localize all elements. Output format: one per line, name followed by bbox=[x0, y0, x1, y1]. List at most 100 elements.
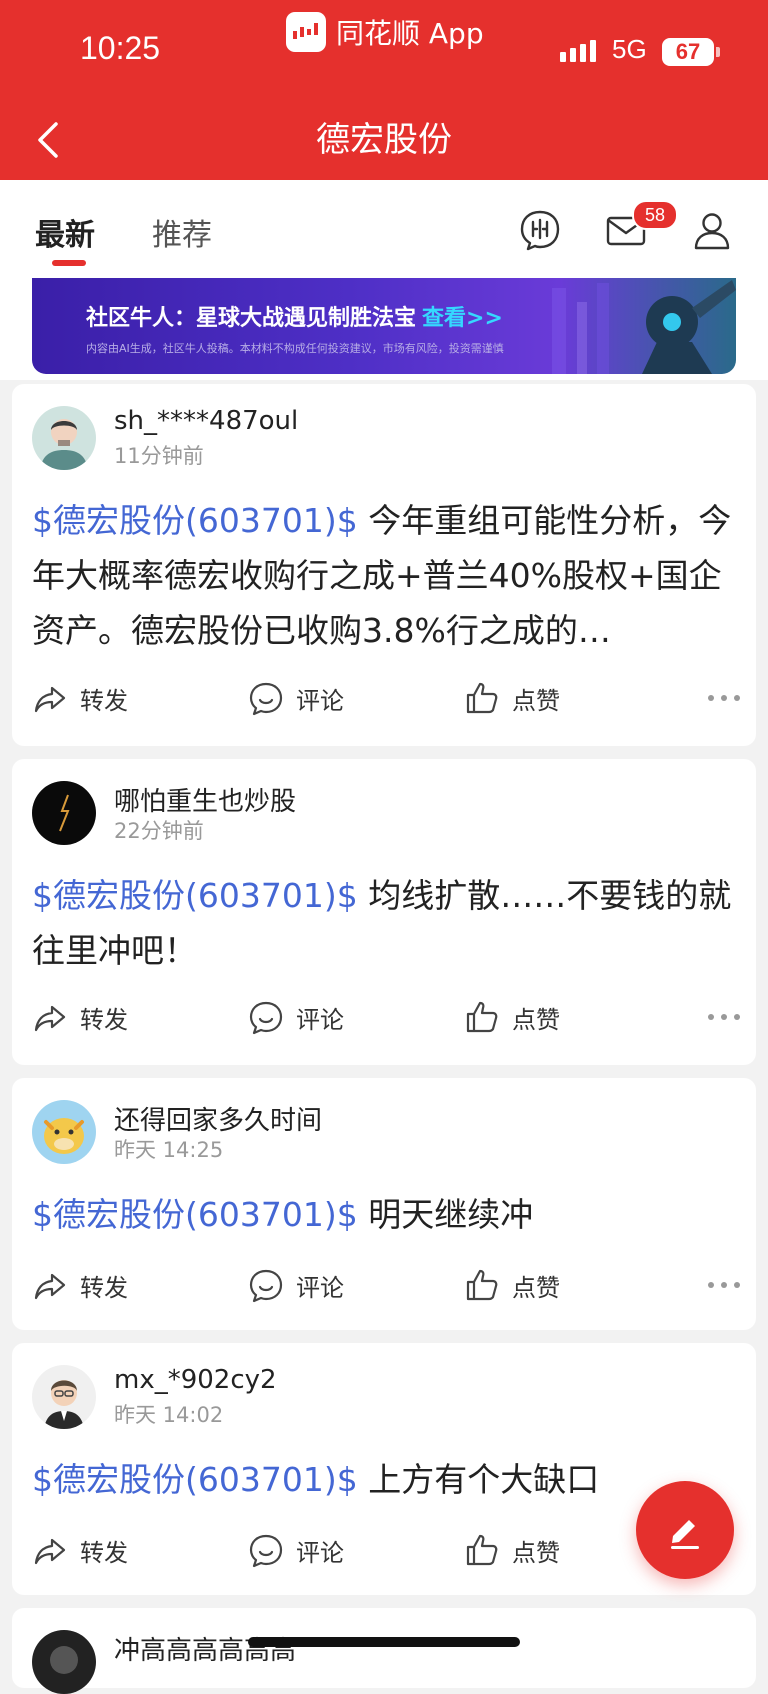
home-indicator bbox=[248, 1637, 520, 1647]
compose-post-button[interactable] bbox=[636, 1481, 734, 1579]
page-title: 德宏股份 bbox=[316, 120, 452, 160]
return-to-app-pill[interactable]: 同花顺 App bbox=[286, 12, 484, 52]
post-card[interactable]: 哪怕重生也炒股 22分钟前 $德宏股份(603701)$ 均线扩散……不要钱的就… bbox=[12, 759, 756, 1065]
tab-bar: 最新 推荐 58 bbox=[0, 180, 768, 278]
comment-label: 评论 bbox=[296, 1005, 344, 1034]
stock-tag-link[interactable]: $德宏股份(603701)$ bbox=[32, 1460, 358, 1499]
post-text: 明天继续冲 bbox=[357, 1195, 534, 1234]
app-name: 同花顺 App bbox=[336, 17, 484, 50]
active-tab-indicator bbox=[52, 260, 86, 266]
avatar[interactable] bbox=[32, 1365, 96, 1429]
tab-recommended[interactable]: 推荐 bbox=[152, 210, 212, 254]
forward-label: 转发 bbox=[80, 1538, 128, 1567]
post-actions: 转发 评论 点赞 bbox=[32, 999, 742, 1043]
like-label: 点赞 bbox=[512, 1273, 560, 1302]
like-button[interactable]: 点赞 bbox=[464, 1532, 560, 1568]
community-chat-icon[interactable] bbox=[518, 208, 562, 252]
avatar[interactable] bbox=[32, 781, 96, 845]
like-label: 点赞 bbox=[512, 1005, 560, 1034]
post-card[interactable]: sh_****487oul 11分钟前 $德宏股份(603701)$ 今年重组可… bbox=[12, 384, 756, 746]
thumbs-up-icon bbox=[466, 1269, 498, 1301]
signal-icon bbox=[560, 40, 596, 62]
comment-label: 评论 bbox=[296, 1538, 344, 1567]
like-button[interactable]: 点赞 bbox=[464, 999, 560, 1035]
like-button[interactable]: 点赞 bbox=[464, 1267, 560, 1303]
post-text: 上方有个大缺口 bbox=[357, 1460, 600, 1499]
username[interactable]: 哪怕重生也炒股 bbox=[114, 781, 296, 818]
avatar[interactable] bbox=[32, 1630, 96, 1694]
app-logo-icon bbox=[286, 12, 326, 52]
promo-banner[interactable]: 社区牛人：星球大战遇见制胜法宝 查看>> 内容由AI生成，社区牛人投稿。本材料不构… bbox=[32, 278, 736, 374]
battery-level: 67 bbox=[675, 39, 701, 64]
post-card[interactable]: 还得回家多久时间 昨天 14:25 $德宏股份(603701)$ 明天继续冲 转… bbox=[12, 1078, 756, 1330]
avatar[interactable] bbox=[32, 406, 96, 470]
forward-icon bbox=[34, 1273, 66, 1300]
thumbs-up-icon bbox=[466, 1534, 498, 1566]
thumbs-up-icon bbox=[466, 682, 498, 714]
username[interactable]: 冲高高高高高高 bbox=[114, 1630, 296, 1667]
more-options-icon[interactable] bbox=[706, 1275, 742, 1295]
username[interactable]: 还得回家多久时间 bbox=[114, 1100, 322, 1137]
forward-button[interactable]: 转发 bbox=[32, 680, 128, 716]
post-time: 昨天 14:02 bbox=[114, 1403, 224, 1427]
stock-tag-link[interactable]: $德宏股份(603701)$ bbox=[32, 1195, 358, 1234]
post-time: 11分钟前 bbox=[114, 444, 204, 468]
forward-icon bbox=[34, 1538, 66, 1565]
comment-icon bbox=[249, 682, 283, 716]
banner-headline: 社区牛人：星球大战遇见制胜法宝 查看>> bbox=[86, 300, 503, 332]
post-actions: 转发 评论 点赞 bbox=[32, 680, 742, 724]
like-label: 点赞 bbox=[512, 686, 560, 715]
comment-icon bbox=[249, 1534, 283, 1568]
post-actions: 转发 评论 点赞 bbox=[32, 1532, 742, 1576]
username[interactable]: mx_*902cy2 bbox=[114, 1365, 277, 1395]
comment-label: 评论 bbox=[296, 1273, 344, 1302]
comment-button[interactable]: 评论 bbox=[248, 999, 344, 1035]
post-content[interactable]: $德宏股份(603701)$ 上方有个大缺口 bbox=[32, 1452, 742, 1507]
nav-bar: 德宏股份 bbox=[0, 100, 768, 180]
banner-text: 社区牛人：星球大战遇见制胜法宝 bbox=[86, 306, 417, 331]
comment-button[interactable]: 评论 bbox=[248, 1532, 344, 1568]
status-time: 10:25 bbox=[80, 30, 161, 66]
forward-button[interactable]: 转发 bbox=[32, 1267, 128, 1303]
like-button[interactable]: 点赞 bbox=[464, 680, 560, 716]
more-options-icon[interactable] bbox=[706, 1007, 742, 1027]
comment-label: 评论 bbox=[296, 686, 344, 715]
banner-section: 社区牛人：星球大战遇见制胜法宝 查看>> 内容由AI生成，社区牛人投稿。本材料不构… bbox=[0, 278, 768, 380]
profile-icon[interactable] bbox=[690, 208, 734, 252]
post-time: 昨天 14:25 bbox=[114, 1138, 224, 1162]
comment-icon bbox=[249, 1001, 283, 1035]
post-time: 22分钟前 bbox=[114, 819, 204, 843]
banner-link[interactable]: 查看>> bbox=[422, 306, 503, 331]
stock-tag-link[interactable]: $德宏股份(603701)$ bbox=[32, 501, 358, 540]
post-card[interactable]: 冲高高高高高高 bbox=[12, 1608, 756, 1694]
avatar[interactable] bbox=[32, 1100, 96, 1164]
comment-button[interactable]: 评论 bbox=[248, 680, 344, 716]
status-bar: 10:25 同花顺 App 5G 67 bbox=[0, 0, 768, 100]
network-type: 5G bbox=[612, 34, 647, 64]
comment-button[interactable]: 评论 bbox=[248, 1267, 344, 1303]
forward-icon bbox=[34, 1005, 66, 1032]
post-content[interactable]: $德宏股份(603701)$ 今年重组可能性分析，今年大概率德宏收购行之成+普兰… bbox=[32, 493, 742, 658]
thumbs-up-icon bbox=[466, 1001, 498, 1033]
battery-icon: 67 bbox=[662, 38, 714, 66]
mail-unread-badge: 58 bbox=[632, 200, 678, 230]
post-content[interactable]: $德宏股份(603701)$ 均线扩散……不要钱的就往里冲吧！ bbox=[32, 868, 742, 978]
forward-icon bbox=[34, 686, 66, 713]
forward-label: 转发 bbox=[80, 686, 128, 715]
pencil-icon bbox=[671, 1520, 699, 1549]
username[interactable]: sh_****487oul bbox=[114, 406, 298, 436]
forward-button[interactable]: 转发 bbox=[32, 999, 128, 1035]
battery-tip bbox=[716, 47, 720, 57]
forward-label: 转发 bbox=[80, 1273, 128, 1302]
banner-disclaimer: 内容由AI生成，社区牛人投稿。本材料不构成任何投资建议，市场有风险，投资需谨慎 bbox=[86, 342, 504, 355]
more-options-icon[interactable] bbox=[706, 688, 742, 708]
top-bar: 10:25 同花顺 App 5G 67 德宏股份 bbox=[0, 0, 768, 180]
forward-label: 转发 bbox=[80, 1005, 128, 1034]
tab-latest[interactable]: 最新 bbox=[35, 210, 95, 254]
comment-icon bbox=[249, 1269, 283, 1303]
post-actions: 转发 评论 点赞 bbox=[32, 1267, 742, 1311]
stock-tag-link[interactable]: $德宏股份(603701)$ bbox=[32, 876, 358, 915]
post-content[interactable]: $德宏股份(603701)$ 明天继续冲 bbox=[32, 1187, 742, 1242]
like-label: 点赞 bbox=[512, 1538, 560, 1567]
forward-button[interactable]: 转发 bbox=[32, 1532, 128, 1568]
